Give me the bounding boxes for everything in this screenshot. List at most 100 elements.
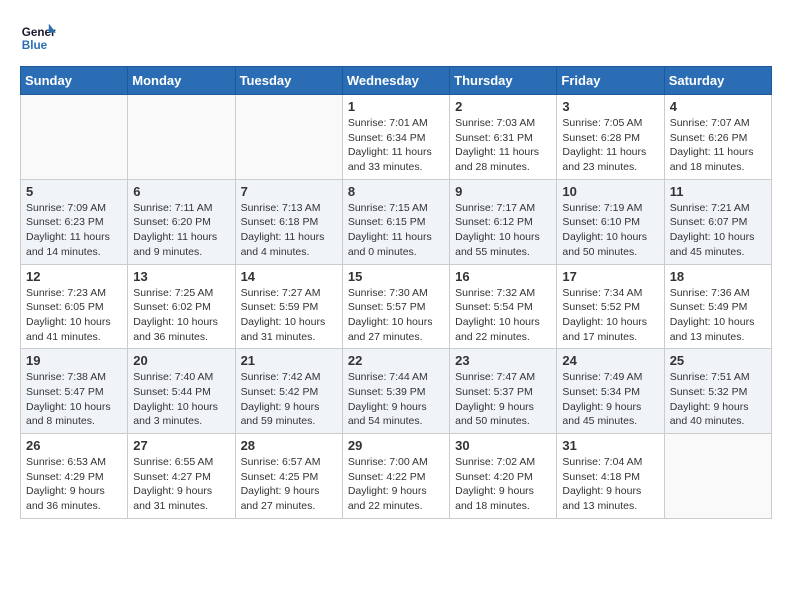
day-info: Sunrise: 7:27 AM Sunset: 5:59 PM Dayligh… [241,286,337,345]
weekday-header-friday: Friday [557,67,664,95]
day-number: 24 [562,353,658,368]
day-number: 17 [562,269,658,284]
day-number: 2 [455,99,551,114]
day-number: 15 [348,269,444,284]
day-number: 23 [455,353,551,368]
calendar-day-cell: 17 Sunrise: 7:34 AM Sunset: 5:52 PM Dayli… [557,264,664,349]
calendar-day-cell: 31 Sunrise: 7:04 AM Sunset: 4:18 PM Dayli… [557,434,664,519]
day-info: Sunrise: 7:38 AM Sunset: 5:47 PM Dayligh… [26,370,122,429]
day-info: Sunrise: 7:01 AM Sunset: 6:34 PM Dayligh… [348,116,444,175]
day-number: 13 [133,269,229,284]
day-number: 10 [562,184,658,199]
calendar-day-cell [21,95,128,180]
calendar-day-cell: 2 Sunrise: 7:03 AM Sunset: 6:31 PM Daylig… [450,95,557,180]
calendar-day-cell: 3 Sunrise: 7:05 AM Sunset: 6:28 PM Daylig… [557,95,664,180]
day-number: 22 [348,353,444,368]
day-info: Sunrise: 7:25 AM Sunset: 6:02 PM Dayligh… [133,286,229,345]
day-number: 11 [670,184,766,199]
logo: GeneralBlue [20,20,56,56]
day-info: Sunrise: 7:07 AM Sunset: 6:26 PM Dayligh… [670,116,766,175]
weekday-header-wednesday: Wednesday [342,67,449,95]
calendar-day-cell: 26 Sunrise: 6:53 AM Sunset: 4:29 PM Dayli… [21,434,128,519]
day-number: 25 [670,353,766,368]
day-info: Sunrise: 6:57 AM Sunset: 4:25 PM Dayligh… [241,455,337,514]
calendar-day-cell: 13 Sunrise: 7:25 AM Sunset: 6:02 PM Dayli… [128,264,235,349]
day-info: Sunrise: 7:32 AM Sunset: 5:54 PM Dayligh… [455,286,551,345]
logo-icon: GeneralBlue [20,20,56,56]
day-number: 30 [455,438,551,453]
calendar-day-cell: 7 Sunrise: 7:13 AM Sunset: 6:18 PM Daylig… [235,179,342,264]
day-info: Sunrise: 7:02 AM Sunset: 4:20 PM Dayligh… [455,455,551,514]
weekday-header-thursday: Thursday [450,67,557,95]
weekday-header-tuesday: Tuesday [235,67,342,95]
calendar-day-cell: 12 Sunrise: 7:23 AM Sunset: 6:05 PM Dayli… [21,264,128,349]
calendar-day-cell [235,95,342,180]
calendar-day-cell: 24 Sunrise: 7:49 AM Sunset: 5:34 PM Dayli… [557,349,664,434]
day-number: 18 [670,269,766,284]
day-info: Sunrise: 7:30 AM Sunset: 5:57 PM Dayligh… [348,286,444,345]
calendar-day-cell: 15 Sunrise: 7:30 AM Sunset: 5:57 PM Dayli… [342,264,449,349]
weekday-header-saturday: Saturday [664,67,771,95]
day-number: 7 [241,184,337,199]
calendar-day-cell: 8 Sunrise: 7:15 AM Sunset: 6:15 PM Daylig… [342,179,449,264]
day-info: Sunrise: 6:53 AM Sunset: 4:29 PM Dayligh… [26,455,122,514]
svg-text:Blue: Blue [22,39,48,52]
day-info: Sunrise: 7:03 AM Sunset: 6:31 PM Dayligh… [455,116,551,175]
day-number: 5 [26,184,122,199]
calendar-week-row: 19 Sunrise: 7:38 AM Sunset: 5:47 PM Dayli… [21,349,772,434]
calendar-day-cell: 30 Sunrise: 7:02 AM Sunset: 4:20 PM Dayli… [450,434,557,519]
day-info: Sunrise: 7:19 AM Sunset: 6:10 PM Dayligh… [562,201,658,260]
calendar-day-cell: 5 Sunrise: 7:09 AM Sunset: 6:23 PM Daylig… [21,179,128,264]
calendar-week-row: 12 Sunrise: 7:23 AM Sunset: 6:05 PM Dayli… [21,264,772,349]
calendar-day-cell: 20 Sunrise: 7:40 AM Sunset: 5:44 PM Dayli… [128,349,235,434]
day-info: Sunrise: 7:00 AM Sunset: 4:22 PM Dayligh… [348,455,444,514]
day-info: Sunrise: 7:40 AM Sunset: 5:44 PM Dayligh… [133,370,229,429]
day-number: 26 [26,438,122,453]
day-info: Sunrise: 7:34 AM Sunset: 5:52 PM Dayligh… [562,286,658,345]
day-number: 19 [26,353,122,368]
day-info: Sunrise: 7:11 AM Sunset: 6:20 PM Dayligh… [133,201,229,260]
day-info: Sunrise: 7:21 AM Sunset: 6:07 PM Dayligh… [670,201,766,260]
day-info: Sunrise: 7:36 AM Sunset: 5:49 PM Dayligh… [670,286,766,345]
day-number: 9 [455,184,551,199]
day-info: Sunrise: 7:13 AM Sunset: 6:18 PM Dayligh… [241,201,337,260]
day-number: 6 [133,184,229,199]
day-number: 28 [241,438,337,453]
calendar-table: SundayMondayTuesdayWednesdayThursdayFrid… [20,66,772,519]
day-number: 27 [133,438,229,453]
day-number: 3 [562,99,658,114]
calendar-day-cell: 16Sunrise: 7:32 AM Sunset: 5:54 PM Dayli… [450,264,557,349]
calendar-day-cell: 27Sunrise: 6:55 AM Sunset: 4:27 PM Dayli… [128,434,235,519]
weekday-header-monday: Monday [128,67,235,95]
day-info: Sunrise: 7:23 AM Sunset: 6:05 PM Dayligh… [26,286,122,345]
day-number: 8 [348,184,444,199]
weekday-header-row: SundayMondayTuesdayWednesdayThursdayFrid… [21,67,772,95]
calendar-day-cell: 21 Sunrise: 7:42 AM Sunset: 5:42 PM Dayli… [235,349,342,434]
day-number: 21 [241,353,337,368]
day-number: 20 [133,353,229,368]
day-number: 12 [26,269,122,284]
day-info: Sunrise: 7:49 AM Sunset: 5:34 PM Dayligh… [562,370,658,429]
day-info: Sunrise: 7:04 AM Sunset: 4:18 PM Dayligh… [562,455,658,514]
day-info: Sunrise: 7:42 AM Sunset: 5:42 PM Dayligh… [241,370,337,429]
weekday-header-sunday: Sunday [21,67,128,95]
calendar-day-cell: 29 Sunrise: 7:00 AM Sunset: 4:22 PM Dayli… [342,434,449,519]
day-info: Sunrise: 7:47 AM Sunset: 5:37 PM Dayligh… [455,370,551,429]
day-number: 29 [348,438,444,453]
day-info: Sunrise: 7:17 AM Sunset: 6:12 PM Dayligh… [455,201,551,260]
calendar-day-cell: 28 Sunrise: 6:57 AM Sunset: 4:25 PM Dayli… [235,434,342,519]
calendar-day-cell: 18 Sunrise: 7:36 AM Sunset: 5:49 PM Dayli… [664,264,771,349]
calendar-day-cell: 9 Sunrise: 7:17 AM Sunset: 6:12 PM Daylig… [450,179,557,264]
day-info: Sunrise: 7:51 AM Sunset: 5:32 PM Dayligh… [670,370,766,429]
calendar-day-cell: 10 Sunrise: 7:19 AM Sunset: 6:10 PM Dayli… [557,179,664,264]
day-number: 31 [562,438,658,453]
calendar-day-cell: 4 Sunrise: 7:07 AM Sunset: 6:26 PM Daylig… [664,95,771,180]
calendar-day-cell: 23 Sunrise: 7:47 AM Sunset: 5:37 PM Dayli… [450,349,557,434]
day-info: Sunrise: 7:44 AM Sunset: 5:39 PM Dayligh… [348,370,444,429]
day-info: Sunrise: 7:05 AM Sunset: 6:28 PM Dayligh… [562,116,658,175]
calendar-day-cell: 14Sunrise: 7:27 AM Sunset: 5:59 PM Dayli… [235,264,342,349]
day-info: Sunrise: 7:09 AM Sunset: 6:23 PM Dayligh… [26,201,122,260]
day-info: Sunrise: 7:15 AM Sunset: 6:15 PM Dayligh… [348,201,444,260]
day-number: 4 [670,99,766,114]
calendar-day-cell: 25 Sunrise: 7:51 AM Sunset: 5:32 PM Dayli… [664,349,771,434]
